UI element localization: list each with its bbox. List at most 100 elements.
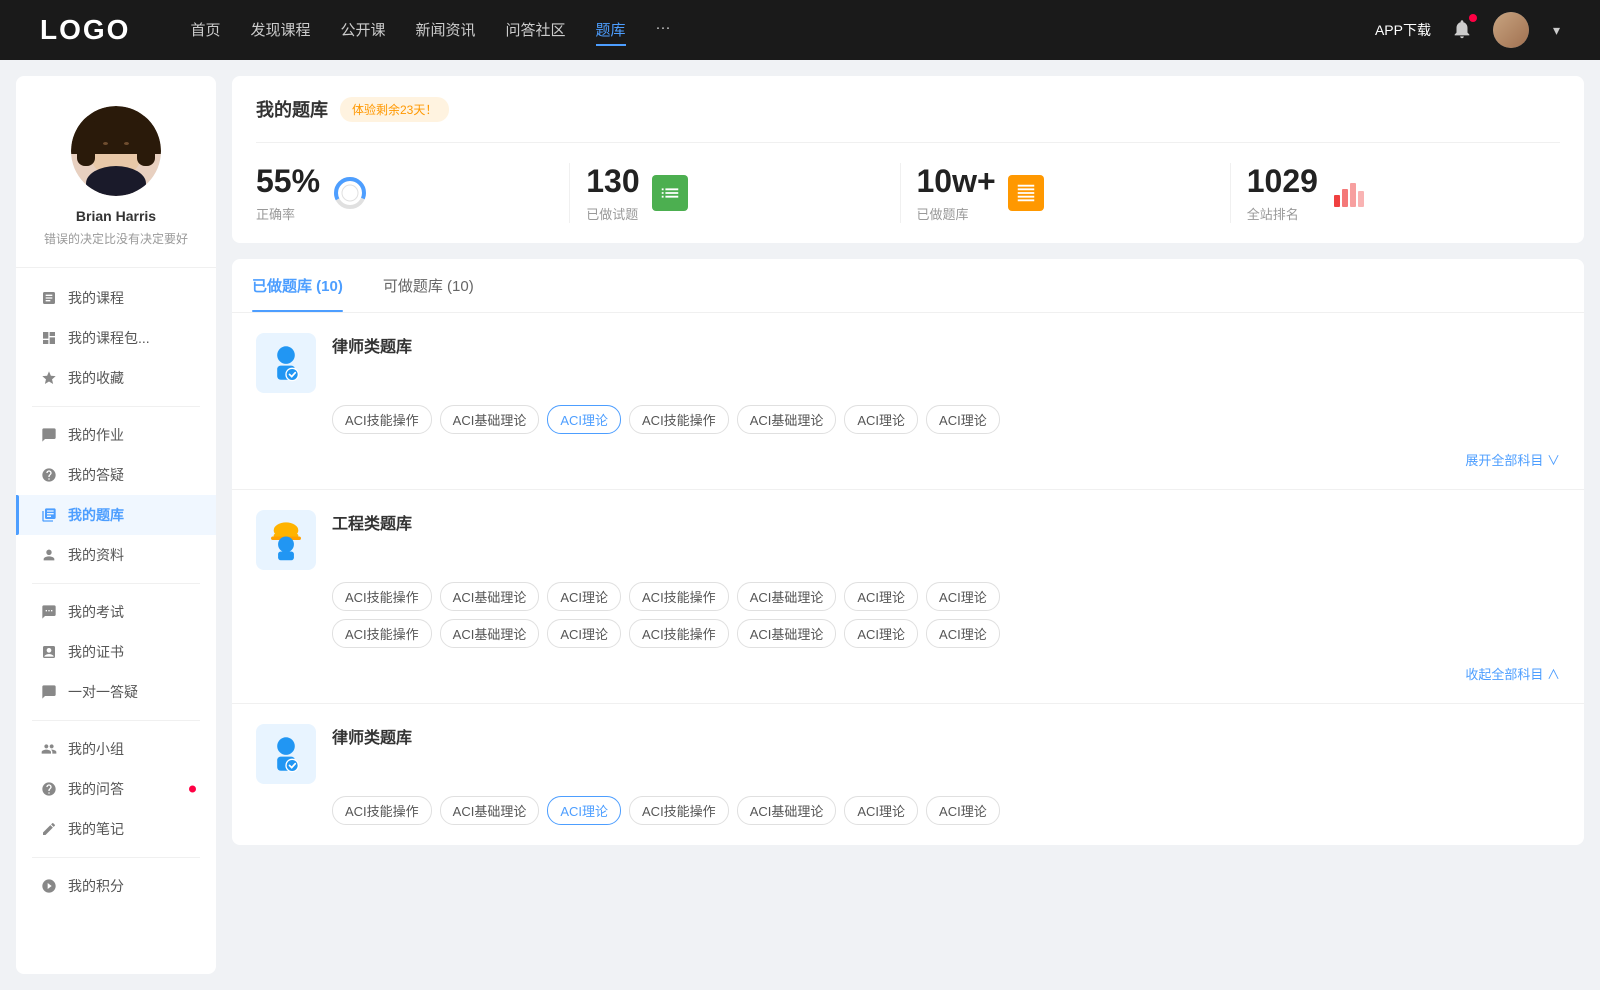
stat-ranking: 1029 全站排名	[1231, 163, 1560, 223]
sidebar-label-package: 我的课程包...	[68, 328, 150, 348]
nav-right: APP下载 ▾	[1375, 12, 1560, 48]
sidebar: Brian Harris 错误的决定比没有决定要好 我的课程 我的课程包...	[16, 76, 216, 974]
nav-qa[interactable]: 问答社区	[506, 15, 566, 46]
tab-done[interactable]: 已做题库 (10)	[232, 259, 363, 312]
sidebar-label-notes: 我的笔记	[68, 819, 124, 839]
tag-3-5[interactable]: ACI基础理论	[737, 796, 837, 825]
tag-1-7[interactable]: ACI理论	[926, 405, 1000, 434]
tag-1-4[interactable]: ACI技能操作	[629, 405, 729, 434]
bank-icon	[40, 506, 58, 524]
notification-bell[interactable]	[1451, 18, 1473, 43]
tag-3-6[interactable]: ACI理论	[844, 796, 918, 825]
tag-2-13[interactable]: ACI理论	[844, 619, 918, 648]
tag-2-3[interactable]: ACI理论	[547, 582, 621, 611]
tag-2-14[interactable]: ACI理论	[926, 619, 1000, 648]
sidebar-item-notes[interactable]: 我的笔记	[16, 809, 216, 849]
tag-3-2[interactable]: ACI基础理论	[440, 796, 540, 825]
divider-3	[32, 720, 200, 721]
collapse-btn-2[interactable]: 收起全部科目 ∧	[1465, 664, 1560, 683]
logo[interactable]: LOGO	[40, 14, 130, 46]
user-avatar[interactable]	[1493, 12, 1529, 48]
exam-icon	[40, 603, 58, 621]
main-content: 我的题库 体验剩余23天！ 55% 正确率	[232, 76, 1584, 974]
bank-item-lawyer-3: 律师类题库 ACI技能操作 ACI基础理论 ACI理论 ACI技能操作 ACI基…	[232, 704, 1584, 845]
sidebar-item-homework[interactable]: 我的作业	[16, 415, 216, 455]
accuracy-label: 正确率	[256, 204, 320, 223]
profile-avatar-container	[71, 106, 161, 196]
tag-1-1[interactable]: ACI技能操作	[332, 405, 432, 434]
tag-1-6[interactable]: ACI理论	[844, 405, 918, 434]
nav-links: 首页 发现课程 公开课 新闻资讯 问答社区 题库 ···	[190, 15, 1375, 46]
tab-available[interactable]: 可做题库 (10)	[363, 259, 494, 312]
sidebar-item-favorites[interactable]: 我的收藏	[16, 358, 216, 398]
sidebar-item-qa[interactable]: 我的答疑	[16, 455, 216, 495]
bd-label: 已做题库	[917, 204, 996, 223]
nav-open-course[interactable]: 公开课	[340, 15, 385, 46]
points-icon	[40, 877, 58, 895]
tag-3-3[interactable]: ACI理论	[547, 796, 621, 825]
page-layout: Brian Harris 错误的决定比没有决定要好 我的课程 我的课程包...	[0, 60, 1600, 990]
nav-news[interactable]: 新闻资讯	[416, 15, 476, 46]
tag-2-10[interactable]: ACI理论	[547, 619, 621, 648]
tag-2-11[interactable]: ACI技能操作	[629, 619, 729, 648]
tag-1-3[interactable]: ACI理论	[547, 405, 621, 434]
sidebar-item-group[interactable]: 我的小组	[16, 729, 216, 769]
notification-badge	[1469, 14, 1477, 22]
group-icon	[40, 740, 58, 758]
nav-discover[interactable]: 发现课程	[250, 15, 310, 46]
tag-1-2[interactable]: ACI基础理论	[440, 405, 540, 434]
nav-home[interactable]: 首页	[190, 15, 220, 46]
stat-questions-done: 130 已做试题	[570, 163, 900, 223]
tag-3-4[interactable]: ACI技能操作	[629, 796, 729, 825]
questions-badge	[189, 786, 196, 793]
tag-2-6[interactable]: ACI理论	[844, 582, 918, 611]
tag-1-5[interactable]: ACI基础理论	[737, 405, 837, 434]
course-icon	[40, 289, 58, 307]
top-navigation: LOGO 首页 发现课程 公开课 新闻资讯 问答社区 题库 ··· APP下载 …	[0, 0, 1600, 60]
tag-3-1[interactable]: ACI技能操作	[332, 796, 432, 825]
sidebar-label-homework: 我的作业	[68, 425, 124, 445]
sidebar-label-exam: 我的考试	[68, 602, 124, 622]
expand-btn-1[interactable]: 展开全部科目 ∨	[1465, 450, 1560, 469]
user-dropdown-arrow[interactable]: ▾	[1553, 22, 1560, 39]
tag-2-2[interactable]: ACI基础理论	[440, 582, 540, 611]
bank-item-lawyer-1: 律师类题库 ACI技能操作 ACI基础理论 ACI理论 ACI技能操作 ACI基…	[232, 313, 1584, 490]
sidebar-item-package[interactable]: 我的课程包...	[16, 318, 216, 358]
tag-2-8[interactable]: ACI技能操作	[332, 619, 432, 648]
bank-icon-lawyer-3	[256, 724, 316, 784]
qd-info: 130 已做试题	[586, 163, 639, 223]
bank-tags-1: ACI技能操作 ACI基础理论 ACI理论 ACI技能操作 ACI基础理论 AC…	[256, 405, 1560, 469]
tag-2-12[interactable]: ACI基础理论	[737, 619, 837, 648]
app-download-button[interactable]: APP下载	[1375, 20, 1431, 40]
tag-2-9[interactable]: ACI基础理论	[440, 619, 540, 648]
sidebar-item-exam[interactable]: 我的考试	[16, 592, 216, 632]
bank-header-1: 律师类题库	[256, 333, 1560, 393]
sidebar-item-questions[interactable]: 我的问答	[16, 769, 216, 809]
sidebar-label-course: 我的课程	[68, 288, 124, 308]
divider-2	[32, 583, 200, 584]
sidebar-item-points[interactable]: 我的积分	[16, 866, 216, 906]
sidebar-label-profile: 我的资料	[68, 545, 124, 565]
tag-2-7[interactable]: ACI理论	[926, 582, 1000, 611]
tag-2-5[interactable]: ACI基础理论	[737, 582, 837, 611]
question-icon	[40, 780, 58, 798]
sidebar-item-profile[interactable]: 我的资料	[16, 535, 216, 575]
sidebar-label-points: 我的积分	[68, 876, 124, 896]
accuracy-info: 55% 正确率	[256, 163, 320, 223]
tag-3-7[interactable]: ACI理论	[926, 796, 1000, 825]
bank-tags-2-row1: ACI技能操作 ACI基础理论 ACI理论 ACI技能操作 ACI基础理论 AC…	[256, 582, 1560, 611]
sidebar-item-bank[interactable]: 我的题库	[16, 495, 216, 535]
tag-2-1[interactable]: ACI技能操作	[332, 582, 432, 611]
homework-icon	[40, 426, 58, 444]
sidebar-item-tutor[interactable]: 一对一答疑	[16, 672, 216, 712]
divider-4	[32, 857, 200, 858]
tag-2-4[interactable]: ACI技能操作	[629, 582, 729, 611]
tabs-and-content: 已做题库 (10) 可做题库 (10)	[232, 259, 1584, 845]
bank-icon-engineer	[256, 510, 316, 570]
note-icon	[40, 820, 58, 838]
nav-bank[interactable]: 题库	[596, 15, 626, 46]
sidebar-item-cert[interactable]: 我的证书	[16, 632, 216, 672]
nav-more[interactable]: ···	[656, 15, 671, 46]
sidebar-item-course[interactable]: 我的课程	[16, 278, 216, 318]
page-title: 我的题库	[256, 96, 328, 122]
